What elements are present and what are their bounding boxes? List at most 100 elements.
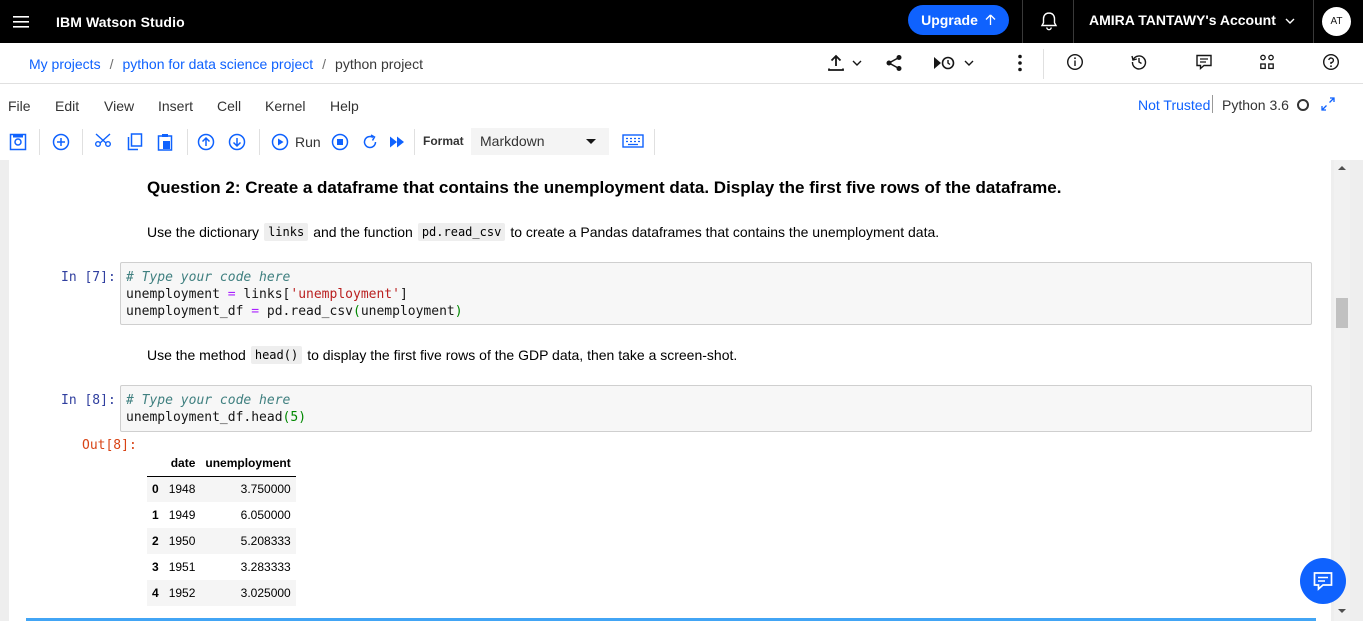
overflow-menu-icon[interactable] (1010, 53, 1030, 73)
menu-cell[interactable]: Cell (217, 98, 241, 114)
schedule-job-icon[interactable] (932, 53, 958, 73)
paste-icon[interactable] (157, 133, 173, 151)
kernel-idle-indicator (1297, 99, 1309, 111)
run-play-icon[interactable] (271, 133, 289, 151)
comments-icon[interactable] (1195, 53, 1213, 71)
chevron-down-icon[interactable] (851, 57, 863, 69)
arrow-up-icon (985, 14, 996, 26)
trust-status[interactable]: Not Trusted (1138, 97, 1210, 113)
scrollbar-thumb[interactable] (1336, 298, 1348, 328)
output-prompt: Out[8]: (82, 438, 137, 453)
table-row: 4 1952 3.025000 (147, 580, 296, 606)
date-cell: 1949 (168, 508, 196, 522)
move-down-icon[interactable] (228, 133, 246, 151)
save-icon[interactable] (9, 133, 27, 151)
breadcrumb-separator: / (109, 56, 114, 72)
inline-code: head() (250, 346, 303, 364)
row-index: 0 (152, 482, 159, 497)
table-row: 1 1949 6.050000 (147, 502, 296, 528)
table-row: 3 1951 3.283333 (147, 554, 296, 580)
app-title[interactable]: IBM Watson Studio (56, 14, 185, 30)
toolbar-divider (654, 129, 655, 155)
menu-view[interactable]: View (104, 98, 134, 114)
table-row: 0 1948 3.750000 (147, 476, 296, 502)
breadcrumb-my-projects[interactable]: My projects (29, 56, 101, 72)
notebook-menu-bar: File Edit View Insert Cell Kernel Help N… (0, 84, 1363, 124)
top-navigation-bar: IBM Watson Studio Upgrade AMIRA TANTAWY'… (0, 0, 1363, 43)
format-label: Format (423, 134, 464, 148)
status-divider (1212, 95, 1213, 113)
unemployment-cell: 3.750000 (240, 482, 291, 497)
code-cell-editor[interactable]: # Type your code here unemployment_df.he… (120, 385, 1312, 432)
notebook-toolbar: Run Format Markdown (0, 124, 1363, 160)
table-header-row: date unemployment (147, 450, 296, 477)
menu-file[interactable]: File (8, 98, 31, 114)
row-index: 2 (152, 534, 159, 548)
input-prompt: In [7]: (61, 270, 116, 285)
unemployment-cell: 3.025000 (240, 586, 291, 600)
menu-insert[interactable]: Insert (158, 98, 193, 114)
cell-type-value: Markdown (480, 133, 545, 149)
run-button-label[interactable]: Run (295, 134, 321, 150)
add-cell-icon[interactable] (52, 133, 70, 151)
scroll-down-arrow-icon[interactable] (1338, 609, 1346, 613)
chevron-down-icon[interactable] (963, 57, 975, 69)
menu-edit[interactable]: Edit (55, 98, 79, 114)
inline-code: pd.read_csv (417, 223, 506, 241)
inline-code: links (264, 223, 309, 241)
restart-kernel-icon[interactable] (361, 133, 379, 151)
menu-help[interactable]: Help (330, 98, 359, 114)
run-all-icon[interactable] (388, 133, 406, 151)
help-icon[interactable] (1322, 53, 1340, 71)
toolbar-divider (259, 129, 260, 155)
breadcrumb-separator: / (322, 56, 327, 72)
notification-bell-icon[interactable] (1037, 9, 1061, 33)
cut-icon[interactable] (94, 133, 112, 151)
column-header: unemployment (200, 450, 296, 477)
stop-icon[interactable] (331, 133, 349, 151)
information-icon[interactable] (1066, 53, 1084, 71)
topbar-divider (1073, 0, 1074, 43)
copy-icon[interactable] (127, 133, 143, 151)
input-prompt: In [8]: (61, 393, 116, 408)
markdown-paragraph: Use the method head() to display the fir… (147, 346, 738, 364)
dataframe-table: date unemployment 0 1948 3.750000 1 1949… (147, 450, 296, 606)
vertical-scrollbar[interactable] (1334, 160, 1350, 621)
toolbar-divider (39, 129, 40, 155)
toolbar-divider (187, 129, 188, 155)
row-index: 3 (152, 560, 159, 574)
expand-icon[interactable] (1320, 96, 1336, 112)
toolbar-divider (1043, 49, 1044, 79)
breadcrumb-project[interactable]: python for data science project (122, 56, 313, 72)
date-cell: 1951 (168, 560, 196, 574)
user-avatar[interactable]: AT (1322, 7, 1351, 36)
chat-icon (1312, 570, 1334, 592)
keyboard-icon[interactable] (622, 133, 644, 149)
chat-support-button[interactable] (1300, 558, 1346, 604)
date-cell: 1948 (168, 482, 196, 497)
upload-icon[interactable] (826, 53, 846, 73)
share-icon[interactable] (884, 53, 904, 73)
menu-kernel[interactable]: Kernel (265, 98, 305, 114)
scroll-up-arrow-icon[interactable] (1338, 166, 1346, 170)
markdown-paragraph: Use the dictionary links and the functio… (147, 223, 940, 241)
code-snippets-icon[interactable] (1258, 53, 1276, 71)
unemployment-cell: 6.050000 (240, 508, 291, 522)
column-header (147, 450, 164, 477)
code-cell-editor[interactable]: # Type your code here unemployment = lin… (120, 262, 1312, 325)
table-row: 2 1950 5.208333 (147, 528, 296, 554)
caret-down-icon (586, 139, 596, 144)
version-history-icon[interactable] (1130, 53, 1148, 71)
topbar-divider (1022, 0, 1023, 43)
topbar-divider (1313, 0, 1314, 43)
upgrade-button[interactable]: Upgrade (908, 5, 1009, 35)
hamburger-menu-icon[interactable] (3, 0, 39, 43)
account-switcher[interactable]: AMIRA TANTAWY's Account (1089, 12, 1276, 28)
chevron-down-icon[interactable] (1284, 15, 1296, 27)
kernel-name: Python 3.6 (1222, 97, 1289, 113)
breadcrumb-bar: My projects / python for data science pr… (0, 43, 1363, 84)
row-index: 1 (152, 508, 159, 522)
date-cell: 1952 (168, 586, 196, 600)
move-up-icon[interactable] (197, 133, 215, 151)
row-index: 4 (152, 586, 159, 600)
